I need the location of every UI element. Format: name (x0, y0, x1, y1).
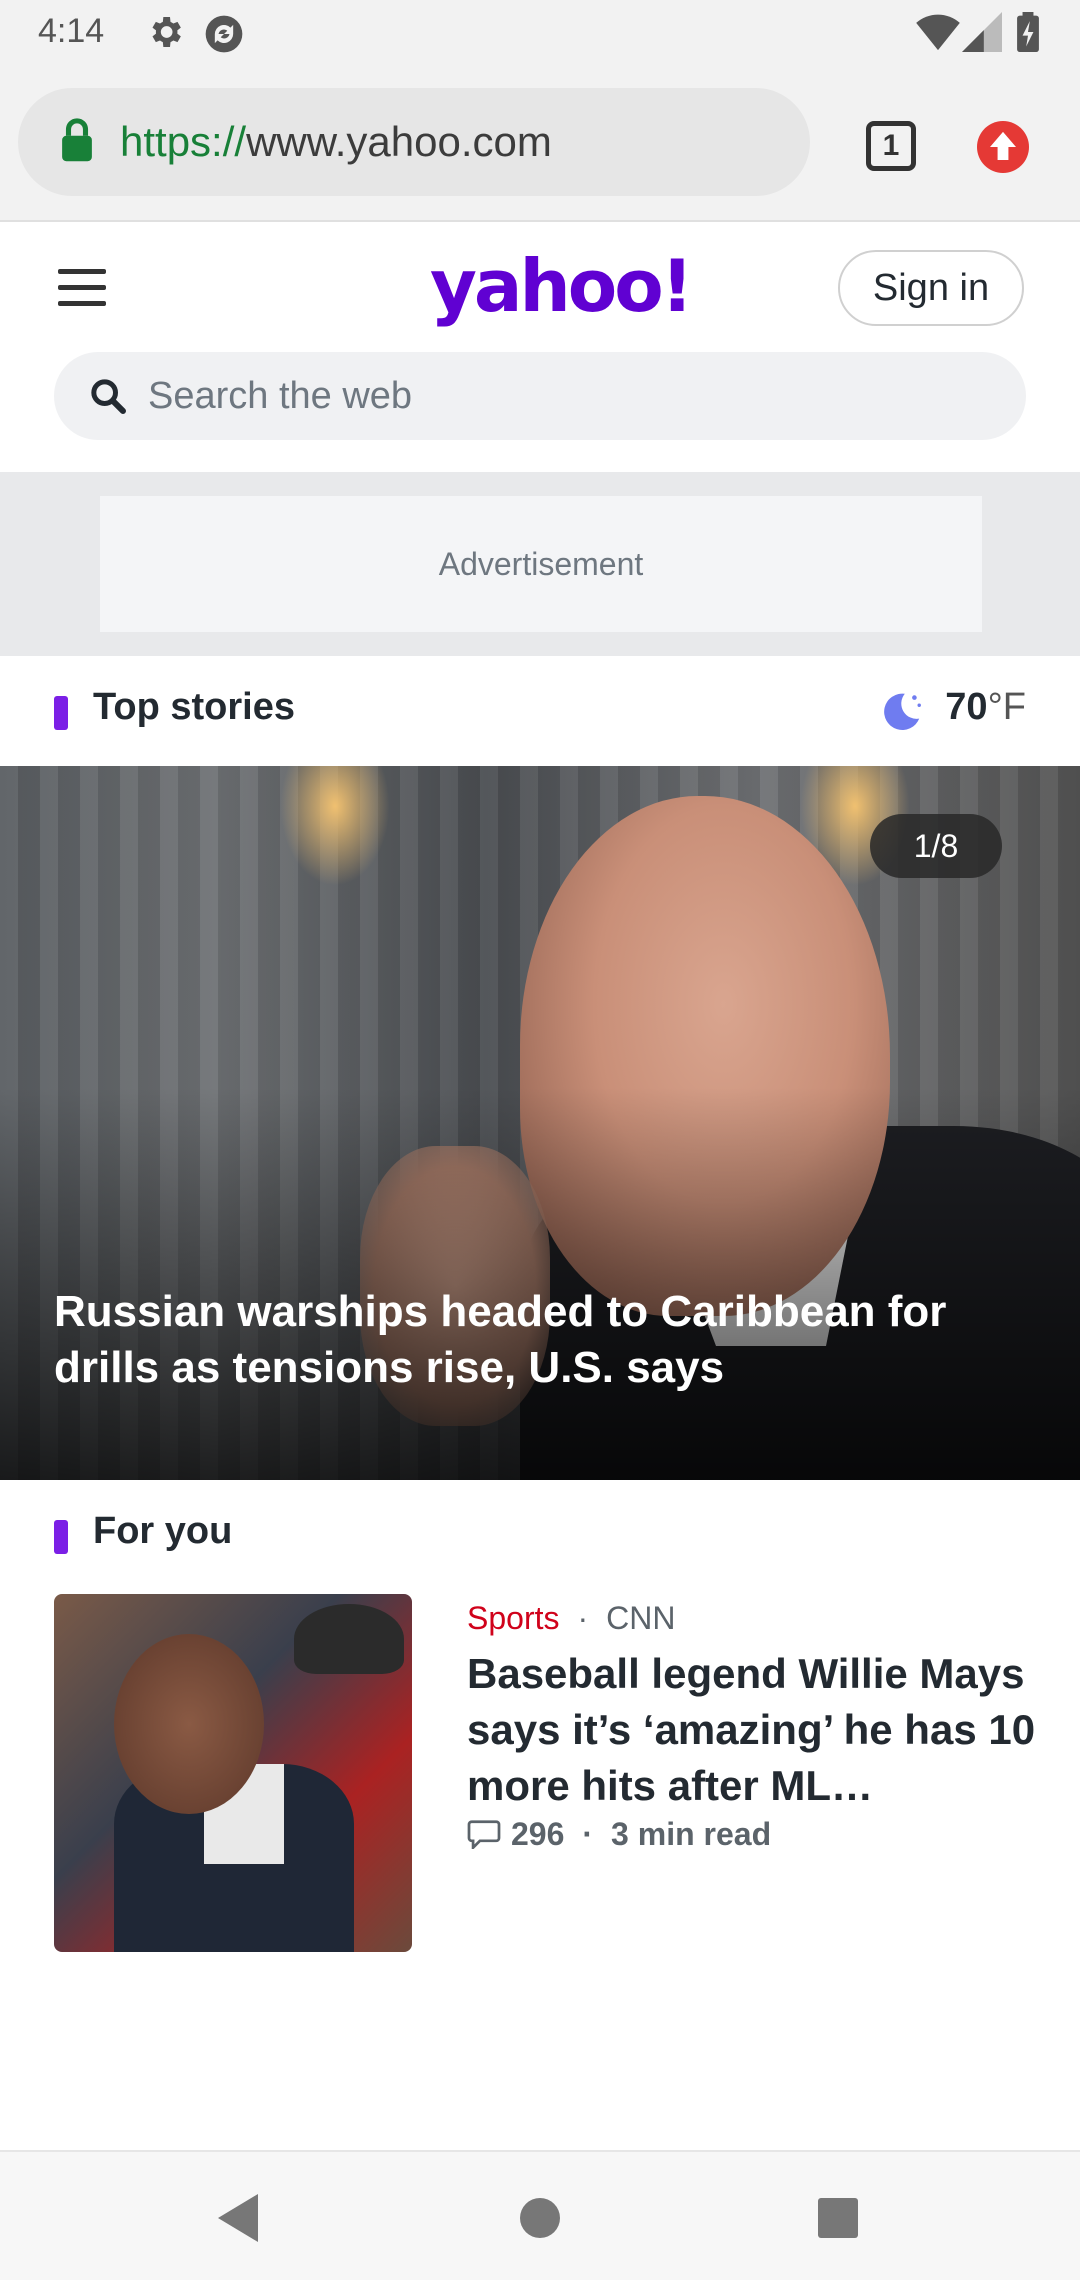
gear-icon (145, 12, 185, 57)
status-bar: 4:14 (0, 0, 1080, 66)
ad-area: Advertisement (0, 472, 1080, 656)
search-icon[interactable] (88, 376, 128, 416)
url-text[interactable]: https://www.yahoo.com (120, 118, 552, 166)
hero-story[interactable]: 1/8 Russian warships headed to Caribbean… (0, 766, 1080, 1480)
site-header: yahoo! Sign in (0, 222, 1080, 472)
story-headline[interactable]: Baseball legend Willie Mays says it’s ‘a… (467, 1646, 1037, 1814)
yahoo-logo[interactable]: yahoo! (430, 244, 694, 328)
read-time: 3 min read (611, 1816, 772, 1852)
section-marker (54, 696, 68, 730)
search-input[interactable] (148, 352, 948, 440)
tab-switcher-icon[interactable]: 1 (866, 121, 916, 171)
back-icon[interactable] (218, 2194, 258, 2242)
url-host: www.yahoo.com (246, 118, 552, 165)
story-source: CNN (606, 1600, 676, 1636)
battery-icon (1016, 12, 1040, 57)
hero-headline[interactable]: Russian warships headed to Caribbean for… (54, 1284, 1044, 1396)
comment-count[interactable]: 296 (511, 1816, 564, 1852)
status-time: 4:14 (38, 12, 105, 50)
url-scheme: https:// (120, 118, 247, 165)
top-stories-header: Top stories 70°F (0, 656, 1080, 766)
wifi-icon (916, 12, 960, 57)
story-category[interactable]: Sports (467, 1600, 559, 1636)
section-marker (54, 1520, 68, 1554)
weather-unit: °F (987, 686, 1026, 728)
menu-icon[interactable] (58, 269, 106, 307)
moon-icon (878, 688, 924, 734)
carousel-counter: 1/8 (870, 814, 1002, 878)
system-nav-bar (0, 2150, 1080, 2280)
home-icon[interactable] (520, 2198, 560, 2238)
browser-toolbar: https://www.yahoo.com 1 (0, 66, 1080, 222)
sign-in-button[interactable]: Sign in (838, 250, 1024, 326)
address-bar[interactable]: https://www.yahoo.com (18, 88, 810, 196)
comment-icon[interactable] (467, 1819, 501, 1851)
recents-icon[interactable] (818, 2198, 858, 2238)
search-box[interactable] (54, 352, 1026, 440)
story-stats: 296 · 3 min read (467, 1816, 771, 1853)
for-you-title: For you (93, 1510, 233, 1552)
sync-icon (202, 12, 246, 61)
signal-icon (962, 12, 1002, 57)
for-you-header: For you (0, 1480, 1080, 1590)
story-card[interactable]: Sports · CNN Baseball legend Willie Mays s… (0, 1590, 1080, 1970)
lock-icon (60, 118, 94, 167)
advertisement-label: Advertisement (100, 496, 982, 632)
weather-widget[interactable]: 70°F (866, 686, 1026, 736)
top-stories-title: Top stories (93, 686, 295, 728)
story-meta: Sports · CNN (467, 1600, 676, 1636)
update-icon[interactable] (977, 121, 1029, 173)
weather-temperature: 70°F (945, 686, 1026, 728)
story-thumbnail[interactable] (54, 1594, 412, 1952)
